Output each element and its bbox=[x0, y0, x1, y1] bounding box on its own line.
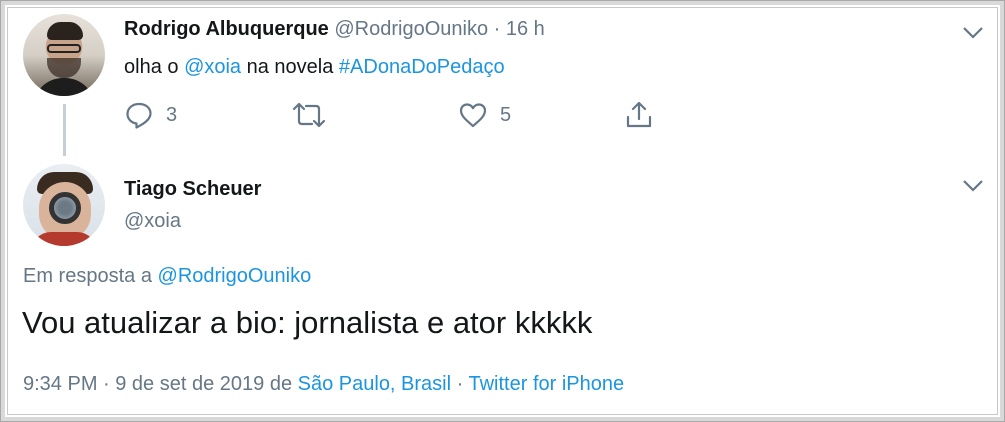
client-link[interactable]: Twitter for iPhone bbox=[468, 373, 624, 395]
author-handle-line: @xoia bbox=[124, 210, 181, 233]
share-icon bbox=[626, 101, 652, 128]
avatar[interactable] bbox=[23, 14, 105, 96]
tweet-text-prefix: olha o bbox=[124, 56, 185, 78]
reply-context: Em resposta a @RodrigoOuniko bbox=[23, 265, 311, 288]
avatar[interactable] bbox=[23, 164, 105, 246]
chevron-down-icon[interactable] bbox=[962, 179, 984, 193]
heart-icon bbox=[459, 103, 487, 128]
mention-link[interactable]: @xoia bbox=[184, 56, 241, 78]
author-name: Tiago Scheuer bbox=[124, 178, 261, 201]
tweet-header: Rodrigo Albuquerque @RodrigoOuniko · 16 … bbox=[124, 18, 545, 41]
display-name[interactable]: Tiago Scheuer bbox=[124, 178, 261, 200]
reply-button[interactable]: 3 bbox=[124, 100, 177, 130]
reply-to-handle-link[interactable]: @RodrigoOuniko bbox=[158, 265, 312, 287]
tweet-time[interactable]: 16 h bbox=[506, 18, 545, 40]
retweet-button[interactable] bbox=[292, 100, 326, 130]
chevron-down-icon[interactable] bbox=[962, 26, 984, 40]
user-handle[interactable]: @xoia bbox=[124, 210, 181, 232]
thread-connector bbox=[63, 104, 66, 156]
tweet-text-middle: na novela bbox=[241, 56, 339, 78]
reply-count: 3 bbox=[166, 103, 178, 126]
display-name[interactable]: Rodrigo Albuquerque bbox=[124, 18, 329, 40]
like-button[interactable]: 5 bbox=[458, 100, 511, 130]
like-count: 5 bbox=[500, 103, 512, 126]
meta-separator: · bbox=[451, 373, 469, 395]
tweet-text: Vou atualizar a bio: jornalista e ator k… bbox=[22, 305, 593, 340]
tweet-text: olha o @xoia na novela #ADonaDoPedaço bbox=[124, 56, 505, 79]
share-button[interactable] bbox=[624, 100, 654, 130]
retweet-icon bbox=[292, 102, 326, 128]
separator-dot: · bbox=[493, 18, 501, 40]
reply-icon bbox=[126, 102, 152, 129]
hashtag-link[interactable]: #ADonaDoPedaço bbox=[339, 56, 505, 78]
reply-to-prefix: Em resposta a bbox=[23, 265, 158, 287]
tweet-meta: 9:34 PM · 9 de set de 2019 de São Paulo,… bbox=[23, 373, 624, 396]
location-link[interactable]: São Paulo, Brasil bbox=[298, 373, 451, 395]
user-handle[interactable]: @RodrigoOuniko bbox=[334, 18, 488, 40]
tweet-timestamp[interactable]: 9:34 PM · 9 de set de 2019 de bbox=[23, 373, 298, 395]
